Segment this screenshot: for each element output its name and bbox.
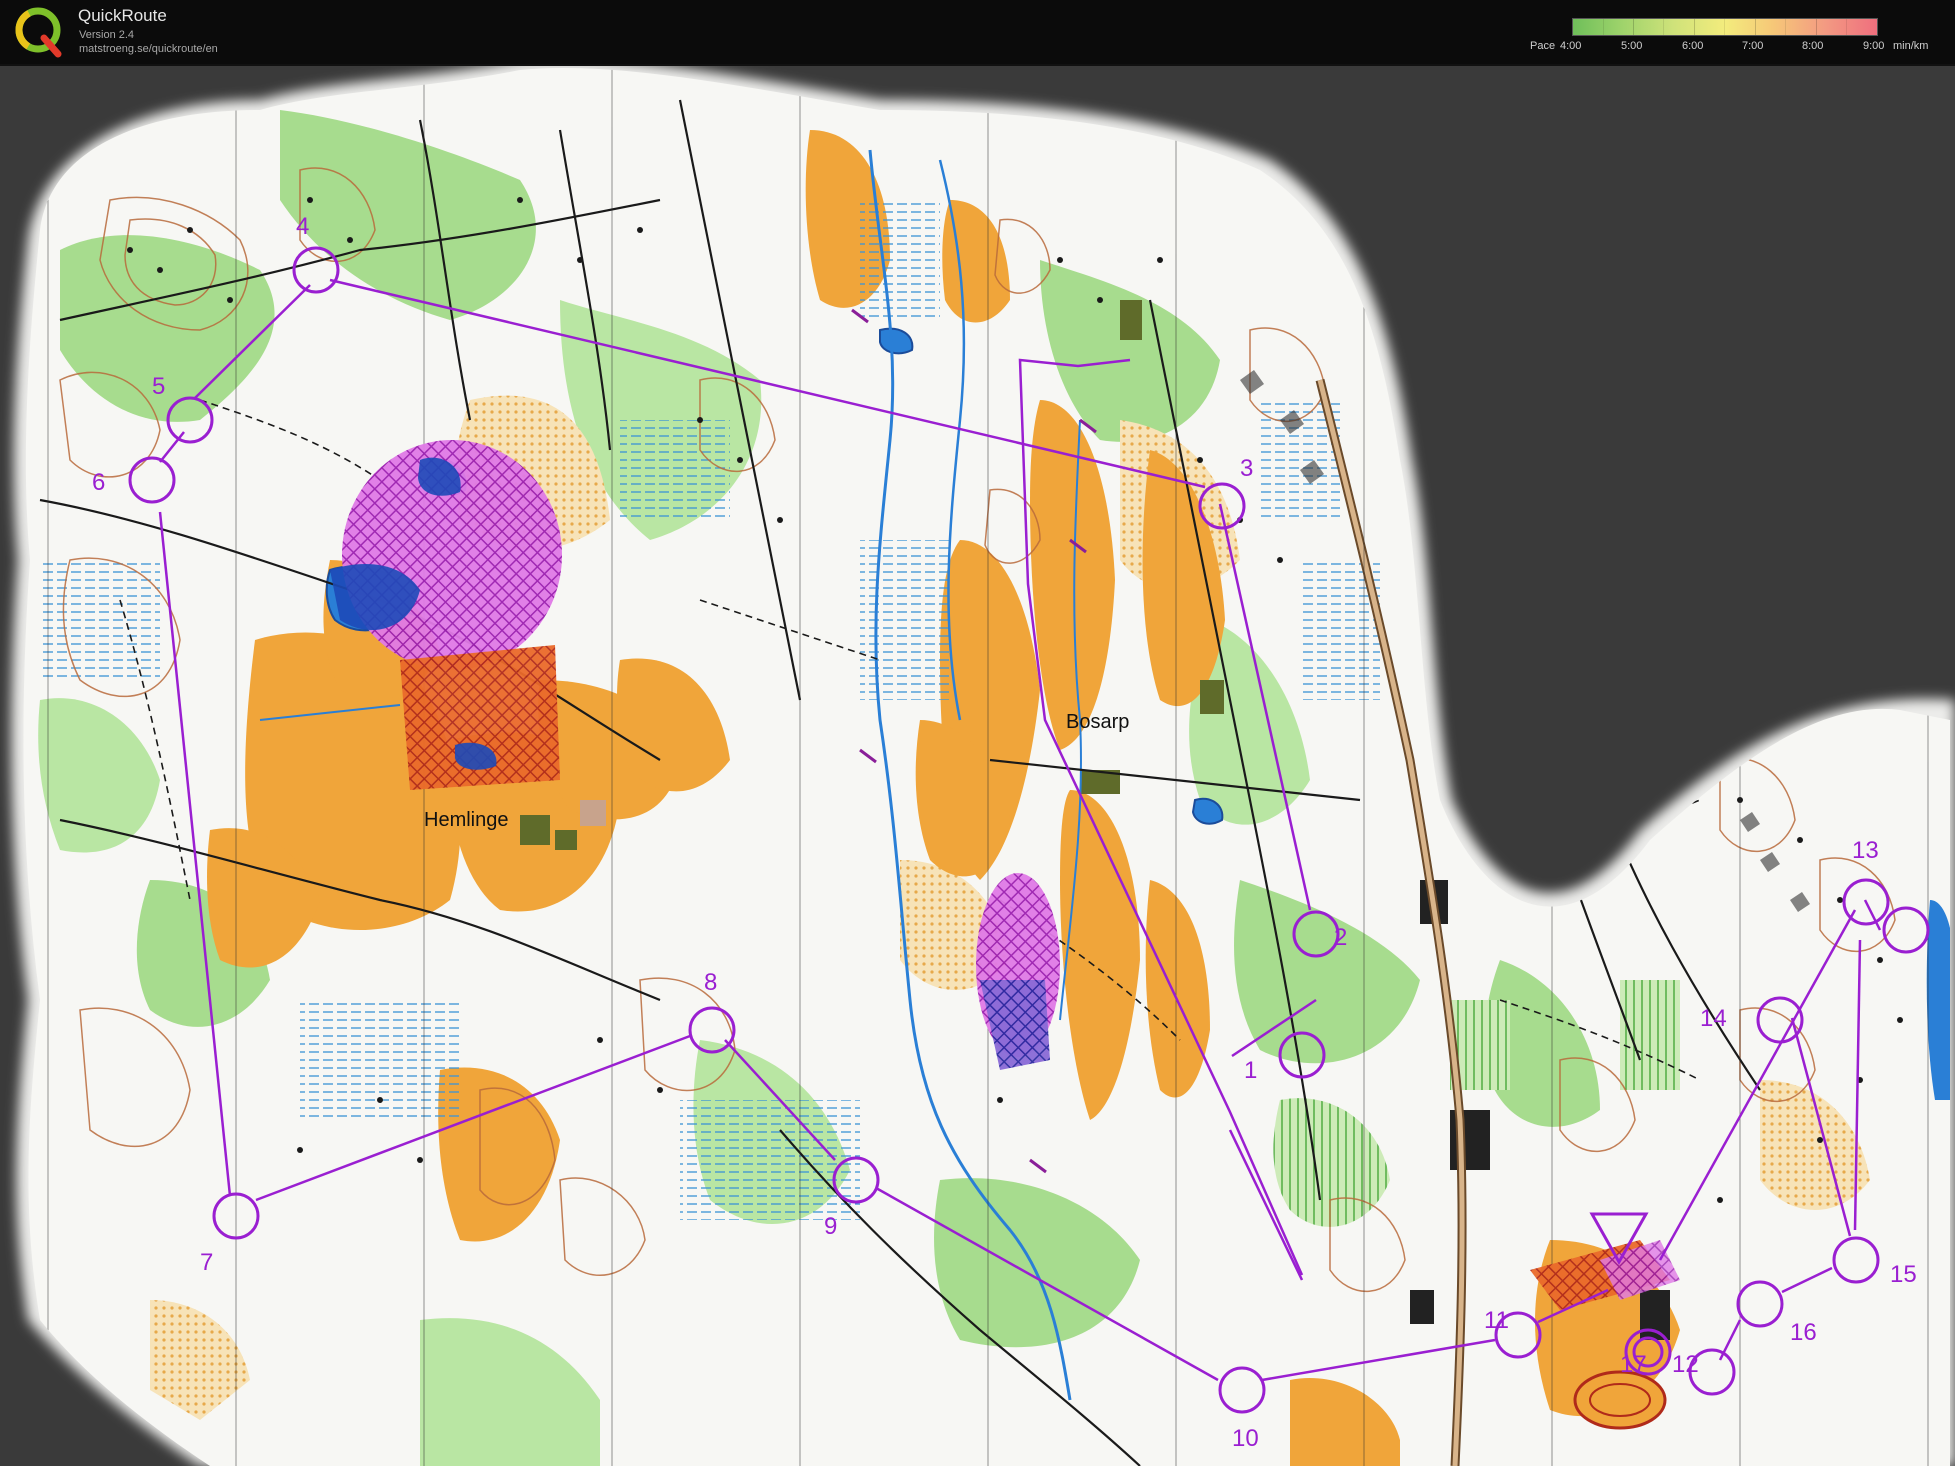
control-number: 7 [200, 1249, 213, 1276]
control-number: 16 [1790, 1319, 1817, 1346]
control-number: 10 [1232, 1425, 1259, 1452]
pace-tick-label: 5:00 [1621, 40, 1643, 52]
control-number: 5 [152, 373, 165, 400]
control-number: 17 [1620, 1351, 1647, 1378]
control-number: 15 [1890, 1261, 1917, 1288]
control-number: 14 [1700, 1005, 1727, 1032]
place-name-bosarp: Bosarp [1066, 711, 1129, 733]
title-bar: QuickRoute Version 2.4 matstroeng.se/qui… [0, 0, 1955, 66]
pace-color-scale [1572, 18, 1878, 36]
quickroute-logo [15, 7, 62, 58]
app-title: QuickRoute [78, 6, 167, 25]
orienteering-map[interactable]: 1 2 3 4 5 6 7 8 9 10 11 12 13 14 15 16 1… [0, 66, 1955, 1466]
control-number: 13 [1852, 837, 1879, 864]
pace-legend: Pace 4:00 5:00 6:00 7:00 8:00 9:00 min/k… [1520, 18, 1940, 58]
pace-tick-label: 6:00 [1682, 40, 1704, 52]
app-version: Version 2.4 [79, 29, 135, 41]
pace-unit-label: min/km [1893, 40, 1929, 52]
control-number: 3 [1240, 455, 1253, 482]
control-number: 12 [1672, 1351, 1699, 1378]
pace-tick-label: 7:00 [1742, 40, 1764, 52]
control-number: 11 [1484, 1307, 1509, 1334]
pace-tick-label: 4:00 [1560, 40, 1582, 52]
pace-prefix-label: Pace [1530, 40, 1556, 52]
control-number: 8 [704, 969, 717, 996]
control-number: 9 [824, 1213, 837, 1240]
pace-tick-label: 9:00 [1863, 40, 1885, 52]
pace-tick-label: 8:00 [1802, 40, 1824, 52]
control-number: 4 [296, 213, 309, 240]
control-number: 1 [1244, 1057, 1257, 1084]
place-name-hemlinge: Hemlinge [424, 809, 508, 831]
app-url: matstroeng.se/quickroute/en [79, 43, 218, 55]
control-number: 6 [92, 469, 105, 496]
control-number: 2 [1334, 924, 1347, 951]
